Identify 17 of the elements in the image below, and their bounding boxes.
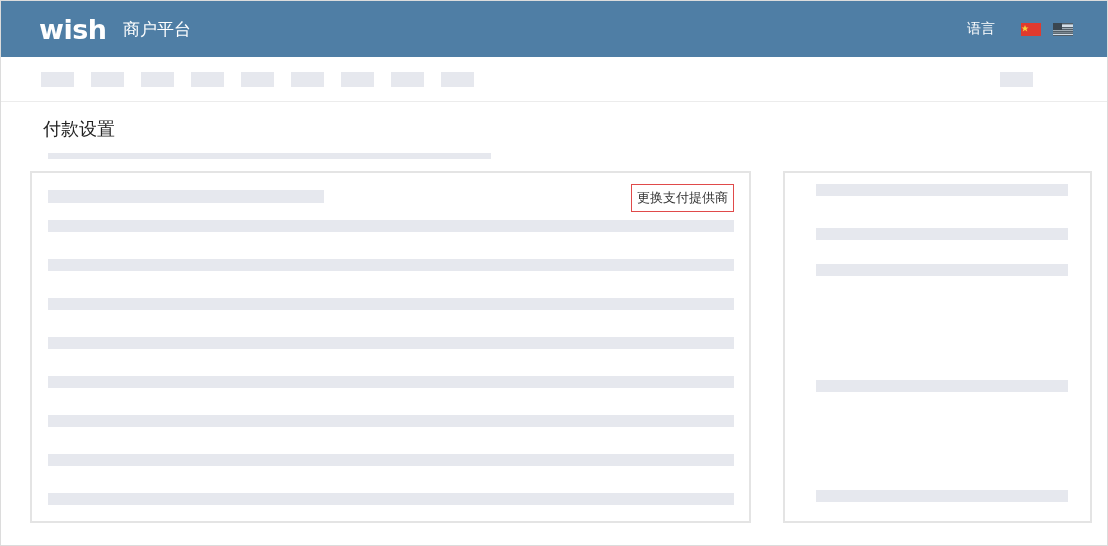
- nav-placeholder: [1000, 71, 1033, 87]
- nav-placeholder: [241, 71, 274, 87]
- nav-placeholder: [141, 71, 174, 87]
- china-flag-icon[interactable]: [1021, 22, 1041, 36]
- nav-placeholder: [291, 71, 324, 87]
- nav-placeholder: [341, 71, 374, 87]
- language-label: 语言: [967, 20, 995, 38]
- platform-title: 商户平台: [122, 17, 191, 41]
- nav-placeholder: [191, 71, 224, 87]
- nav-placeholder: [41, 71, 74, 87]
- page-title: 付款设置: [43, 117, 116, 141]
- nav-placeholder: [91, 71, 124, 87]
- change-provider-button[interactable]: 更换支付提供商: [631, 184, 734, 212]
- usa-flag-icon[interactable]: [1053, 22, 1073, 36]
- wish-logo[interactable]: wish: [39, 13, 107, 45]
- nav-placeholder: [441, 71, 474, 87]
- nav-placeholder: [391, 71, 424, 87]
